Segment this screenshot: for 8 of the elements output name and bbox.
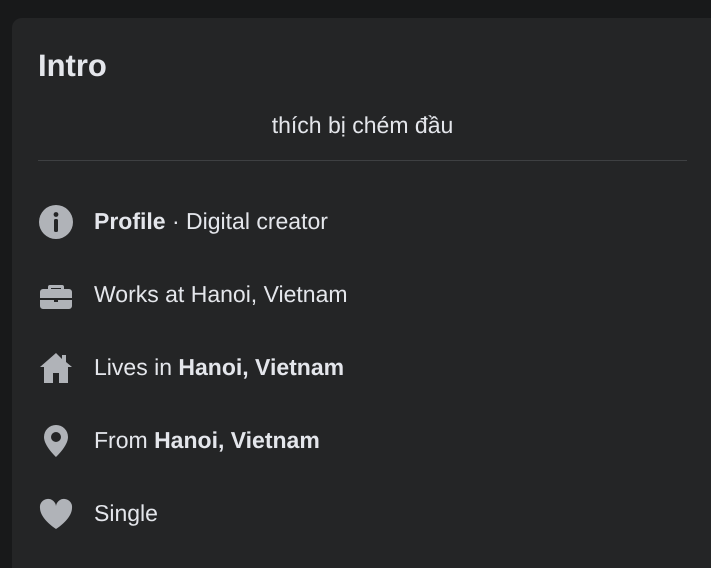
intro-detail: Lives in Hanoi, Vietnam xyxy=(94,354,344,381)
intro-detail: Works at Hanoi, Vietnam xyxy=(94,281,348,308)
intro-detail: Single xyxy=(94,500,158,527)
bio-text: thích bị chém đầu xyxy=(270,111,454,140)
intro-detail: From Hanoi, Vietnam xyxy=(94,427,320,454)
card-title: Intro xyxy=(38,47,108,85)
info-icon xyxy=(38,204,74,240)
intro-detail: Profile · Digital creator xyxy=(94,208,328,235)
